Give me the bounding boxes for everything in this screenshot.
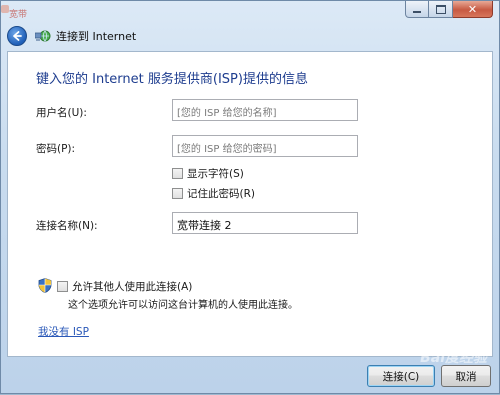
minimize-icon <box>413 10 421 13</box>
uac-shield-icon <box>38 278 52 293</box>
page-heading: 键入您的 Internet 服务提供商(ISP)提供的信息 <box>36 72 308 87</box>
back-button[interactable] <box>7 26 27 46</box>
connection-name-input[interactable]: 宽带连接 2 <box>172 212 358 234</box>
close-button[interactable]: ✕ <box>453 1 493 18</box>
remember-password-checkbox-box[interactable] <box>172 188 183 199</box>
maximize-button[interactable] <box>429 1 453 18</box>
network-connection-icon <box>35 30 51 42</box>
password-input[interactable]: [您的 ISP 给您的密码] <box>172 135 358 157</box>
dialog-window: 宽带 ✕ 连接到 Internet 键入您的 Internet 服务提供商(IS… <box>0 0 500 394</box>
connection-name-label: 连接名称(N): <box>36 220 98 232</box>
show-chars-checkbox[interactable]: 显示字符(S) <box>172 166 244 181</box>
allow-others-description: 这个选项允许可以访问这台计算机的人使用此连接。 <box>68 300 298 311</box>
no-isp-link[interactable]: 我没有 ISP <box>38 324 89 339</box>
window-app-icon <box>1 5 9 13</box>
connect-button[interactable]: 连接(C) <box>367 365 435 387</box>
allow-others-checkbox[interactable]: 允许其他人使用此连接(A) <box>57 279 192 294</box>
allow-others-label: 允许其他人使用此连接(A) <box>72 281 193 293</box>
username-label: 用户名(U): <box>36 107 87 119</box>
password-label: 密码(P): <box>36 143 76 155</box>
title-bar: 宽带 ✕ <box>1 1 499 23</box>
minimize-button[interactable] <box>405 1 429 18</box>
remember-password-checkbox[interactable]: 记住此密码(R) <box>172 186 255 201</box>
show-chars-label: 显示字符(S) <box>187 168 244 180</box>
maximize-icon <box>435 4 446 14</box>
watermark-logo: Bai度经验 <box>420 350 487 366</box>
remember-password-label: 记住此密码(R) <box>187 188 255 200</box>
navigation-bar: 连接到 Internet <box>7 25 136 47</box>
close-icon: ✕ <box>467 2 478 16</box>
allow-others-checkbox-box[interactable] <box>57 281 68 292</box>
wizard-title: 连接到 Internet <box>56 30 137 43</box>
show-chars-checkbox-box[interactable] <box>172 168 183 179</box>
cancel-button[interactable]: 取消 <box>441 365 491 387</box>
back-arrow-icon <box>13 31 22 41</box>
window-title-text: 宽带 <box>9 10 28 20</box>
username-input[interactable]: [您的 ISP 给您的名称] <box>172 99 358 121</box>
window-controls: ✕ <box>405 1 493 18</box>
wizard-content: 键入您的 Internet 服务提供商(ISP)提供的信息 用户名(U): [您… <box>7 51 493 357</box>
